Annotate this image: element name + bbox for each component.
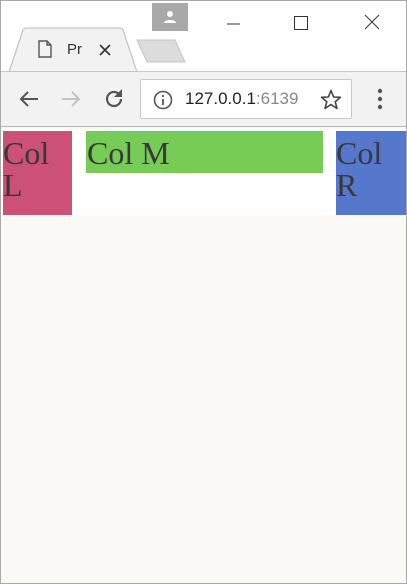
url-port: :6139 (255, 89, 299, 108)
person-icon (164, 11, 176, 23)
reload-icon[interactable] (102, 87, 126, 111)
page-viewport: Col L Col M Col R (1, 127, 406, 583)
browser-tab[interactable]: Pr (9, 27, 137, 72)
browser-window: Pr 127.0.0.1:6139 Col L Col M Col R (0, 0, 407, 584)
forward-arrow-icon[interactable] (59, 87, 83, 111)
kebab-menu-icon[interactable] (377, 88, 383, 110)
address-bar[interactable]: 127.0.0.1:6139 (140, 79, 352, 119)
back-arrow-icon[interactable] (17, 87, 41, 111)
minimize-button[interactable] (219, 9, 249, 33)
star-icon[interactable] (320, 89, 342, 111)
close-tab-icon[interactable] (99, 44, 111, 56)
browser-toolbar: 127.0.0.1:6139 (1, 71, 406, 127)
maximize-button[interactable] (286, 9, 316, 33)
column-right: Col R (336, 131, 406, 215)
profile-button[interactable] (152, 3, 188, 31)
url-text[interactable]: 127.0.0.1:6139 (185, 89, 310, 109)
column-left: Col L (3, 131, 72, 215)
maximize-icon (294, 16, 308, 30)
columns-row: Col L Col M Col R (1, 129, 406, 215)
close-icon (364, 14, 380, 30)
new-tab-button[interactable] (133, 39, 189, 65)
close-window-button[interactable] (357, 9, 387, 33)
minimize-icon (227, 23, 240, 25)
page-icon (38, 40, 52, 58)
column-middle: Col M (86, 131, 323, 173)
title-bar: Pr (1, 1, 406, 72)
info-icon[interactable] (153, 90, 173, 110)
tab-title: Pr (67, 41, 82, 58)
url-host: 127.0.0.1 (185, 89, 256, 108)
